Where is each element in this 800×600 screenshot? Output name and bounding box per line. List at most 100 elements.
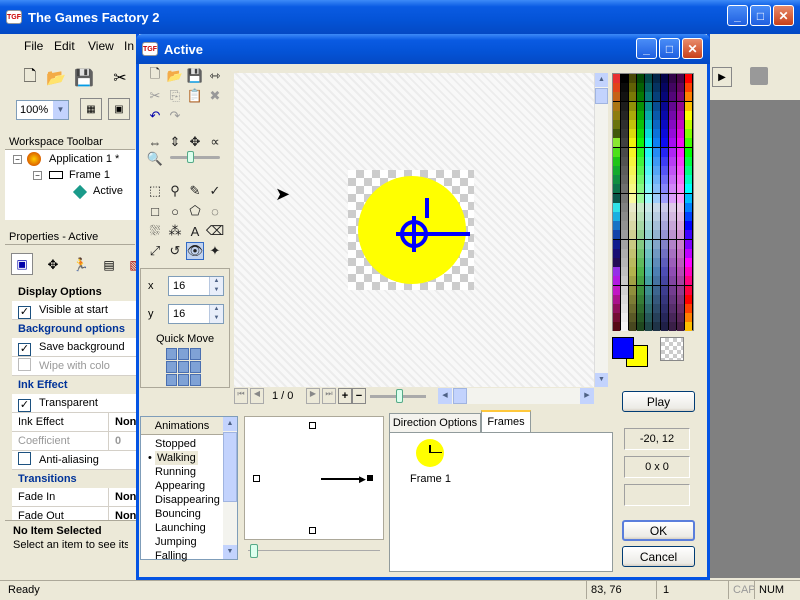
palette-color[interactable] [653,138,660,148]
palette-color[interactable] [629,267,636,277]
palette-color[interactable] [613,156,620,166]
palette-color[interactable] [685,138,692,148]
palette-color[interactable] [637,313,644,323]
palette-color[interactable] [685,202,692,212]
shape-icon[interactable]: ◌ [206,202,224,220]
palette-color[interactable] [653,322,660,332]
palette-color[interactable] [637,147,644,157]
palette-color[interactable] [645,156,652,166]
paste-icon[interactable]: 📋 [186,87,204,105]
rotate-icon[interactable]: ✥ [186,133,204,151]
menu-edit[interactable]: Edit [54,39,75,53]
palette-color[interactable] [613,258,620,267]
palette-color[interactable] [645,248,652,258]
palette-color[interactable] [677,83,684,93]
rotate-tool-icon[interactable]: ↺ [166,242,184,260]
palette-color[interactable] [645,304,652,313]
palette-color[interactable] [653,285,660,295]
palette-color[interactable] [645,74,652,83]
palette-color[interactable] [653,110,660,120]
palette-color[interactable] [613,147,620,157]
direction-handle-selected[interactable] [367,475,373,481]
palette-color[interactable] [685,212,692,221]
direction-speed-slider[interactable] [248,544,380,560]
palette-color[interactable] [629,120,636,129]
palette-color[interactable] [685,110,692,120]
palette-color[interactable] [661,83,668,93]
new-file-icon[interactable]: 🗋 [18,66,42,90]
checkbox[interactable]: ✓ [18,399,31,412]
palette-color[interactable] [661,212,668,221]
palette-color[interactable] [629,322,636,332]
palette-color[interactable] [621,313,628,323]
palette-color[interactable] [653,83,660,93]
palette-color[interactable] [613,276,620,286]
property-value[interactable]: Non [108,488,136,506]
canvas-vscroll[interactable]: ▲ ▼ [594,73,608,387]
palette-color[interactable] [685,267,692,277]
palette-color[interactable] [669,304,676,313]
palette-color[interactable] [645,294,652,304]
direction-handle[interactable] [309,422,316,429]
tree-application[interactable]: Application 1 * [49,153,119,165]
palette-color[interactable] [613,202,620,212]
palette-color[interactable] [653,120,660,129]
palette-color[interactable] [677,313,684,323]
y-stepper[interactable]: 16 ▲ ▼ [168,304,224,324]
palette-color[interactable] [621,294,628,304]
palette-color[interactable] [685,221,692,231]
palette-color[interactable] [653,313,660,323]
palette-color[interactable] [669,239,676,249]
play-button[interactable]: Play [622,391,695,412]
main-maximize-button[interactable]: □ [750,5,771,26]
prev-frame-button[interactable]: ◀ [250,388,264,404]
palette-color[interactable] [685,322,692,332]
palette-color[interactable] [685,285,692,295]
palette-color[interactable] [621,110,628,120]
palette-color[interactable] [661,285,668,295]
open-folder-icon[interactable]: 📂 [44,66,68,90]
zoom-slider[interactable] [170,156,220,159]
quick-move-grid[interactable] [166,348,202,386]
palette-color[interactable] [637,175,644,185]
toolbar-icon[interactable]: ▶ [712,67,732,87]
hotspot-eye-icon[interactable]: 👁 [186,242,204,260]
animation-list-item[interactable]: Falling [155,549,187,563]
palette-color[interactable] [653,202,660,212]
menu-insert[interactable]: In [124,39,134,53]
palette-color[interactable] [637,101,644,111]
ok-button[interactable]: OK [622,520,695,541]
palette-color[interactable] [677,221,684,231]
palette-color[interactable] [637,120,644,129]
palette-color[interactable] [669,258,676,267]
palette-color[interactable] [621,230,628,240]
stepper-arrows-icon[interactable]: ▲ ▼ [209,277,223,295]
palette-color[interactable] [621,92,628,102]
palette-color[interactable] [621,175,628,185]
palette-color[interactable] [661,230,668,240]
palette-color[interactable] [645,239,652,249]
palette-color[interactable] [661,175,668,185]
palette-color[interactable] [629,304,636,313]
palette-color[interactable] [677,92,684,102]
palette-color[interactable] [645,276,652,286]
palette-color[interactable] [661,202,668,212]
palette-color[interactable] [637,276,644,286]
palette-color[interactable] [613,212,620,221]
palette-color[interactable] [677,193,684,203]
frames-hscroll[interactable]: ◀ ▶ [438,388,594,404]
palette-color[interactable] [677,147,684,157]
palette-color[interactable] [637,202,644,212]
editor-close-button[interactable]: ✕ [682,38,703,59]
property-row[interactable]: Ink Effect Non [12,413,136,432]
transparent-color-swatch[interactable] [660,337,684,361]
palette-color[interactable] [621,120,628,129]
palette-color[interactable] [613,221,620,231]
grid-icon[interactable]: ▦ [80,98,102,120]
palette-color[interactable] [677,110,684,120]
values-tab-icon[interactable]: ▤ [97,253,121,277]
checkbox[interactable] [18,452,31,465]
palette-color[interactable] [653,147,660,157]
palette-color[interactable] [669,101,676,111]
palette-color[interactable] [621,101,628,111]
